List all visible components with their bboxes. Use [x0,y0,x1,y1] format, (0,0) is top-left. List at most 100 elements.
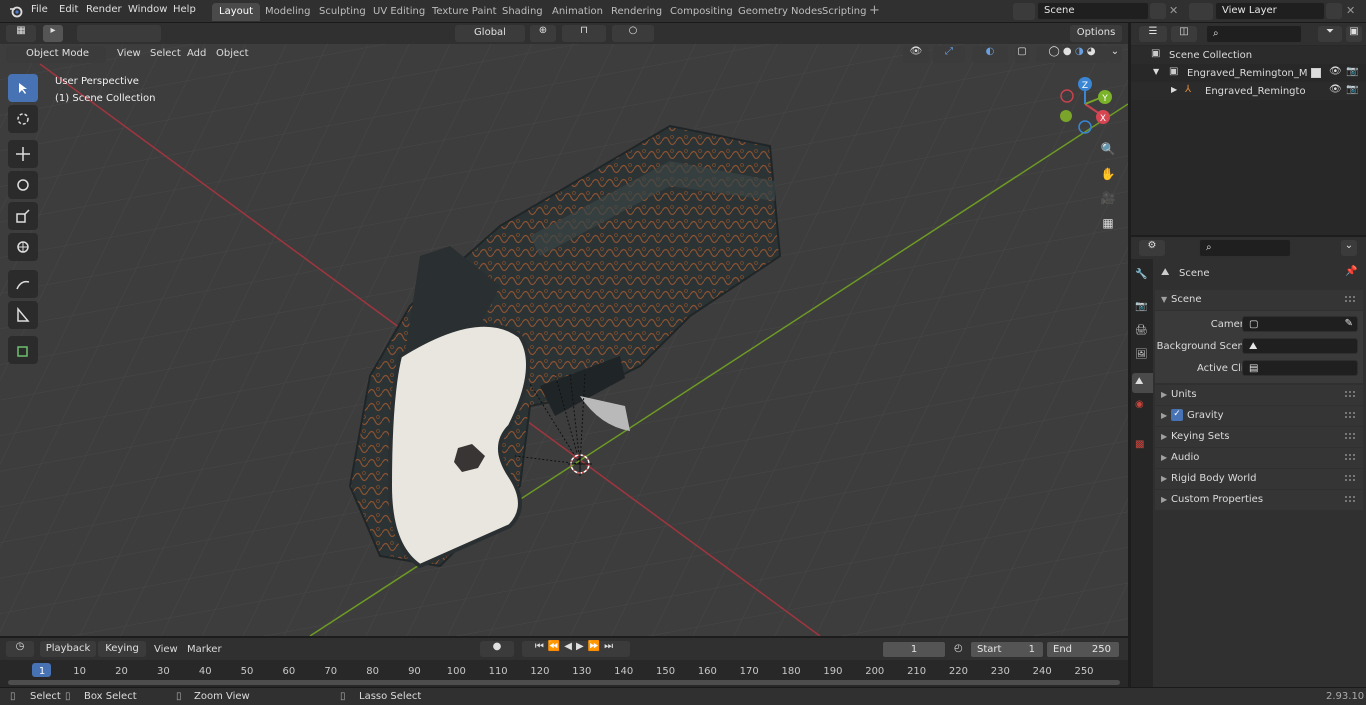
editor-type-icon[interactable]: ◷ [6,641,34,657]
drag-grip-icon[interactable] [1345,433,1355,439]
camera-render-icon[interactable]: 📷 [1346,66,1358,77]
gizmo-toggle-icon[interactable]: ⤢ [933,46,965,63]
camera-view-icon[interactable]: 🎥 [1097,191,1119,211]
camera-object[interactable] [500,344,630,494]
editor-type-icon[interactable]: ▦ [6,25,36,42]
drag-grip-icon[interactable] [1345,296,1355,302]
camera-field[interactable]: ▢ ✎ [1242,316,1358,332]
end-frame-field[interactable]: End 250 [1046,641,1120,658]
eye-icon[interactable]: 👁 [1329,84,1342,95]
tab-animation[interactable]: Animation [545,3,610,21]
units-panel-header[interactable]: ▶ Units [1155,385,1363,405]
perspective-toggle-icon[interactable]: ▦ [1097,216,1119,236]
menu-render[interactable]: Render [86,4,122,15]
view-layer-field[interactable]: View Layer [1215,2,1325,20]
engraved-pistol-model[interactable] [340,106,790,576]
zoom-icon[interactable]: 🔍 [1097,142,1119,162]
menu-edit[interactable]: Edit [59,4,78,15]
menu-add[interactable]: Add [187,48,206,59]
blender-logo-icon[interactable] [9,4,23,18]
scale-tool-icon[interactable] [8,202,38,230]
rigid-body-world-panel-header[interactable]: ▶ Rigid Body World [1155,469,1363,489]
playback-dropdown[interactable]: Playback [40,641,96,657]
chevron-right-icon[interactable]: ▶ [1171,85,1177,94]
texture-tab-icon[interactable]: ▩ [1135,439,1144,450]
menu-view[interactable]: View [117,48,141,59]
chevron-down-icon[interactable]: ▼ [1153,67,1159,76]
render-tab-icon[interactable]: 📷 [1135,301,1147,312]
menu-view[interactable]: View [154,644,178,655]
checkbox-icon[interactable] [1311,68,1321,78]
scene-name-field[interactable]: Scene [1037,2,1149,20]
properties-search-input[interactable]: ⌕ [1199,239,1291,257]
record-icon[interactable]: ● [480,641,514,657]
tab-uv-editing[interactable]: UV Editing [366,3,432,21]
scene-selector-icon[interactable] [1013,3,1035,20]
editor-type-icon[interactable]: ☰ [1139,26,1167,42]
camera-render-icon[interactable]: 📷 [1346,84,1358,95]
close-icon[interactable]: ✕ [1346,4,1355,17]
pivot-point-icon[interactable]: ⊕ [530,25,556,42]
tab-texture-paint[interactable]: Texture Paint [425,3,504,21]
eye-icon[interactable]: 👁 [1329,66,1342,77]
outliner-row[interactable]: ▶ ⅄ Engraved_Remington_Mo 👁 📷 [1131,82,1366,100]
gravity-checkbox-icon[interactable]: ✓ [1171,409,1183,421]
measure-tool-icon[interactable] [8,301,38,329]
move-tool-icon[interactable] [8,140,38,168]
view-layer-selector-icon[interactable] [1189,3,1213,20]
add-cube-tool-icon[interactable] [8,336,38,364]
visibility-icon[interactable]: 👁 [903,46,929,63]
custom-properties-panel-header[interactable]: ▶ Custom Properties [1155,490,1363,510]
overlays-icon[interactable]: ◐ [972,46,1008,63]
menu-select[interactable]: Select [150,48,181,59]
object-mode-dropdown[interactable]: Object Mode [6,46,106,63]
select-box-tool-icon[interactable] [8,74,38,102]
scene-section-header[interactable]: ▼ Scene [1155,290,1363,310]
outliner-row[interactable]: ▼ ▣ Engraved_Remington_Model_ 👁 📷 [1131,64,1366,82]
menu-object[interactable]: Object [216,48,249,59]
eyedropper-icon[interactable]: ✎ [1345,318,1353,329]
tab-modeling[interactable]: Modeling [258,3,318,21]
transform-tool-icon[interactable] [8,233,38,261]
gravity-panel-header[interactable]: ▶ ✓ Gravity [1155,406,1363,426]
audio-panel-header[interactable]: ▶ Audio [1155,448,1363,468]
active-clip-field[interactable]: ▤ [1242,360,1358,376]
outliner-row[interactable]: ▣ Scene Collection [1131,46,1366,64]
tab-shading[interactable]: Shading [495,3,550,21]
add-workspace-icon[interactable]: + [869,3,880,18]
tab-scripting[interactable]: Scripting [815,3,873,21]
menu-help[interactable]: Help [173,4,196,15]
world-tab-icon[interactable]: ◉ [1135,399,1144,410]
timeline-scrollbar[interactable] [8,680,1120,685]
new-view-layer-icon[interactable] [1326,3,1342,19]
3d-viewport[interactable]: Object Mode View Select Add Object 👁 ⤢ ◐… [0,44,1128,636]
drag-grip-icon[interactable] [1345,391,1355,397]
tool-tab-icon[interactable]: 🔧 [1135,269,1147,280]
options-dropdown[interactable]: Options [1070,25,1122,42]
new-collection-icon[interactable]: ▣ [1346,26,1362,42]
clock-icon[interactable]: ◴ [954,643,963,654]
drag-grip-icon[interactable] [1345,496,1355,502]
navigation-gizmo[interactable]: X Y Z [1055,74,1115,134]
snap-icon[interactable]: ⊓ [562,25,606,42]
menu-file[interactable]: File [31,4,48,15]
chevron-down-icon[interactable]: ⌄ [1341,240,1357,256]
editor-type-icon[interactable]: ⚙ [1139,240,1165,256]
drag-grip-icon[interactable] [1345,412,1355,418]
view-layer-tab-icon[interactable]: 🖼 [1135,349,1148,360]
current-frame-field[interactable]: 1 [882,641,946,658]
drag-grip-icon[interactable] [1345,454,1355,460]
select-tool-icon[interactable]: ▸ [43,25,63,42]
menu-window[interactable]: Window [128,4,167,15]
tab-rendering[interactable]: Rendering [604,3,669,21]
shading-options-icon[interactable]: ⌄ [1108,46,1122,63]
close-icon[interactable]: ✕ [1169,4,1178,17]
pan-hand-icon[interactable]: ✋ [1097,167,1119,187]
shading-mode-icons[interactable]: ◯ ● ◑ ◕ [1036,46,1108,63]
tab-compositing[interactable]: Compositing [663,3,740,21]
playback-controls[interactable]: ⏮⏪◀▶⏩⏭ [522,641,630,657]
output-tab-icon[interactable]: 🖨 [1135,325,1148,336]
annotate-tool-icon[interactable] [8,270,38,298]
tab-sculpting[interactable]: Sculpting [312,3,373,21]
transform-orientation-dropdown[interactable]: Global [455,25,525,42]
